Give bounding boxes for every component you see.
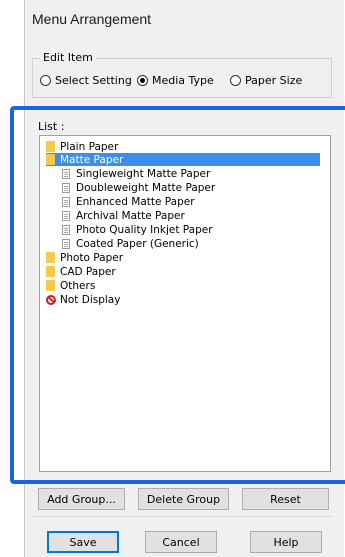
cancel-button[interactable]: Cancel [145, 531, 217, 553]
prohibited-icon [46, 294, 56, 305]
document-icon [62, 238, 70, 249]
radio-media-type[interactable]: Media Type [137, 74, 214, 87]
radio-circle-icon [230, 75, 241, 86]
delete-group-button[interactable]: Delete Group [138, 488, 229, 510]
radio-label: Select Setting [55, 74, 132, 87]
tree-item-label: Others [60, 279, 96, 292]
radio-select-setting[interactable]: Select Setting [40, 74, 132, 87]
document-icon [62, 182, 70, 193]
tree-item-label: Plain Paper [60, 140, 119, 153]
folder-icon [46, 141, 55, 152]
save-button[interactable]: Save [47, 531, 119, 553]
document-icon [62, 224, 70, 235]
tree-item-label: Archival Matte Paper [76, 209, 185, 222]
tree-item-label: Photo Paper [60, 251, 124, 264]
tree-item-coated-paper-generic[interactable]: Coated Paper (Generic) [62, 237, 199, 250]
radio-label: Paper Size [245, 74, 303, 87]
document-icon [62, 196, 70, 207]
folder-icon [46, 266, 55, 277]
radio-paper-size[interactable]: Paper Size [230, 74, 302, 87]
radio-circle-checked-icon [137, 75, 148, 86]
tree-item-label: Coated Paper (Generic) [76, 237, 199, 250]
tree-item-cad-paper[interactable]: CAD Paper [46, 265, 116, 278]
tree-item-label: Enhanced Matte Paper [76, 195, 195, 208]
list-label: List : [38, 120, 65, 133]
tree-item-enhanced-matte-paper[interactable]: Enhanced Matte Paper [62, 195, 195, 208]
tree-item-not-display[interactable]: Not Display [46, 293, 120, 306]
dialog-title: Menu Arrangement [32, 11, 152, 27]
document-icon [62, 168, 70, 179]
radio-circle-icon [40, 75, 51, 86]
tree-item-plain-paper[interactable]: Plain Paper [46, 140, 118, 153]
media-type-tree[interactable]: Plain Paper Matte Paper Singleweight Mat… [39, 135, 331, 472]
document-icon [62, 210, 70, 221]
add-group-button[interactable]: Add Group... [38, 488, 125, 510]
folder-icon [46, 154, 55, 165]
tree-item-label: Not Display [60, 293, 121, 306]
tree-item-archival-matte-paper[interactable]: Archival Matte Paper [62, 209, 185, 222]
tree-item-label: CAD Paper [60, 265, 116, 278]
tree-item-label: Matte Paper [60, 153, 124, 166]
folder-icon [46, 252, 55, 263]
tree-item-photo-paper[interactable]: Photo Paper [46, 251, 123, 264]
tree-item-others[interactable]: Others [46, 279, 95, 292]
button-separator [32, 516, 332, 517]
folder-icon [46, 280, 55, 291]
radio-label: Media Type [152, 74, 214, 87]
tree-item-label: Doubleweight Matte Paper [76, 181, 216, 194]
tree-item-photo-quality-inkjet-paper[interactable]: Photo Quality Inkjet Paper [62, 223, 213, 236]
tree-item-label: Photo Quality Inkjet Paper [76, 223, 213, 236]
tree-item-label: Singleweight Matte Paper [76, 167, 211, 180]
help-button[interactable]: Help [250, 531, 322, 553]
tree-item-matte-paper[interactable]: Matte Paper [46, 153, 320, 166]
reset-button[interactable]: Reset [242, 488, 329, 510]
tree-item-doubleweight-matte-paper[interactable]: Doubleweight Matte Paper [62, 181, 215, 194]
tree-item-singleweight-matte-paper[interactable]: Singleweight Matte Paper [62, 167, 210, 180]
edit-item-legend: Edit Item [40, 51, 96, 64]
